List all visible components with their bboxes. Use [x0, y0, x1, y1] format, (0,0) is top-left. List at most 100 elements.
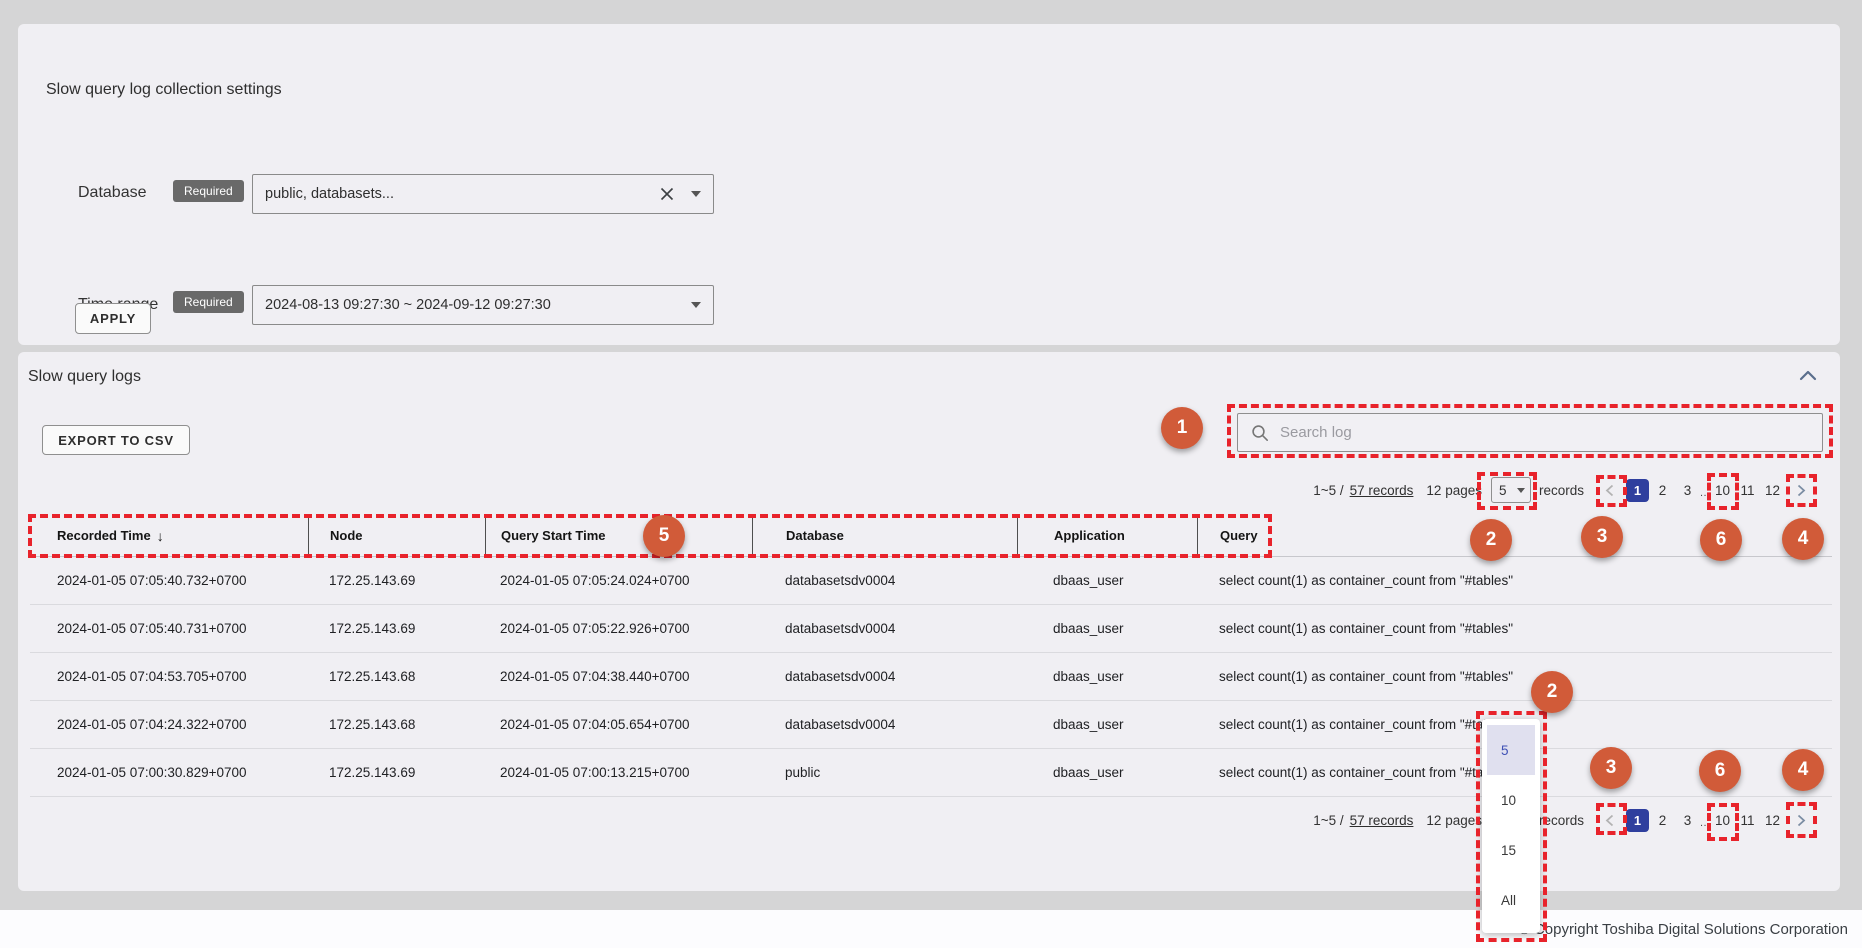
table-cell: 2024-01-05 07:04:05.654+0700 [485, 717, 752, 732]
page-number[interactable]: 12 [1760, 808, 1785, 832]
annotation-marker-4: 4 [1782, 518, 1824, 560]
table-cell: 172.25.143.68 [308, 669, 485, 684]
apply-button[interactable]: APPLY [75, 303, 151, 334]
clear-icon[interactable] [659, 186, 675, 202]
table-cell: 2024-01-05 07:05:24.024+0700 [485, 573, 752, 588]
annotation-marker-3: 3 [1590, 747, 1632, 789]
copyright-text: © Copyright Toshiba Digital Solutions Co… [1519, 921, 1848, 938]
column-header-application[interactable]: Application [1017, 515, 1197, 556]
column-header-database[interactable]: Database [752, 515, 1017, 556]
page-nav: 123...101112 [1597, 478, 1813, 502]
table-cell: databasetsdv0004 [752, 717, 1017, 732]
table-cell: 172.25.143.69 [308, 573, 485, 588]
table-cell: dbaas_user [1017, 669, 1197, 684]
next-page-button[interactable] [1789, 478, 1813, 502]
table-row[interactable]: 2024-01-05 07:05:40.731+0700172.25.143.6… [30, 605, 1832, 653]
table-cell: dbaas_user [1017, 621, 1197, 636]
time-range-select[interactable]: 2024-08-13 09:27:30 ~ 2024-09-12 09:27:3… [252, 285, 714, 325]
table-cell: dbaas_user [1017, 717, 1197, 732]
database-select[interactable]: public, databasets... [252, 174, 714, 214]
records-count-link[interactable]: 57 records [1350, 483, 1414, 498]
page-number[interactable]: 3 [1675, 808, 1700, 832]
pagination-range-label: 1~5 / [1313, 813, 1343, 828]
annotation-marker-2: 2 [1470, 519, 1512, 561]
page-size-value: 5 [1499, 483, 1517, 498]
page-ellipsis: ... [1700, 817, 1710, 832]
table-header-row: Recorded Time↓NodeQuery Start TimeDataba… [30, 515, 1832, 557]
table-cell: select count(1) as container_count from … [1197, 573, 1832, 588]
search-input[interactable] [1280, 424, 1809, 441]
search-icon [1251, 424, 1269, 442]
page-size-option-5[interactable]: 5 [1487, 725, 1535, 775]
search-box [1237, 413, 1823, 452]
page-number[interactable]: 2 [1650, 478, 1675, 502]
column-header-query-start-time[interactable]: Query Start Time [485, 515, 752, 556]
logs-title: Slow query logs [28, 368, 141, 386]
chevron-down-icon[interactable] [691, 191, 701, 197]
pagination-bottom: 1~5 /57 records12 pages5records123...101… [1313, 800, 1813, 840]
table-row[interactable]: 2024-01-05 07:05:40.732+0700172.25.143.6… [30, 557, 1832, 605]
table-cell: 2024-01-05 07:04:24.322+0700 [30, 717, 308, 732]
table-cell: select count(1) as container_count from … [1197, 621, 1832, 636]
records-per-page-label: records [1539, 813, 1584, 828]
sort-desc-icon: ↓ [157, 528, 164, 544]
database-select-value: public, databasets... [265, 186, 659, 202]
page-size-option-10[interactable]: 10 [1482, 775, 1540, 825]
pages-count-label: 12 pages [1426, 483, 1482, 498]
page-number[interactable]: 10 [1710, 808, 1735, 832]
time-range-select-value: 2024-08-13 09:27:30 ~ 2024-09-12 09:27:3… [265, 297, 691, 313]
table-cell: 2024-01-05 07:04:38.440+0700 [485, 669, 752, 684]
page-size-menu: 51015All [1482, 719, 1540, 933]
page-number-current[interactable]: 1 [1625, 478, 1650, 502]
table-cell: 2024-01-05 07:04:53.705+0700 [30, 669, 308, 684]
page-number[interactable]: 12 [1760, 478, 1785, 502]
page-nav: 123...101112 [1597, 808, 1813, 832]
page-ellipsis: ... [1700, 487, 1710, 502]
time-range-required-badge: Required [173, 291, 244, 313]
table-cell: select count(1) as container_count from … [1197, 669, 1832, 684]
annotation-marker-6: 6 [1699, 750, 1741, 792]
table-cell: databasetsdv0004 [752, 573, 1017, 588]
next-page-button[interactable] [1789, 808, 1813, 832]
table-cell: 2024-01-05 07:00:30.829+0700 [30, 765, 308, 780]
table-cell: 2024-01-05 07:05:40.732+0700 [30, 573, 308, 588]
export-to-csv-button[interactable]: EXPORT TO CSV [42, 425, 190, 455]
annotation-marker-1: 1 [1161, 407, 1203, 449]
pagination-top: 1~5 /57 records12 pages5records123...101… [1313, 470, 1813, 510]
table-cell: dbaas_user [1017, 765, 1197, 780]
page-size-select[interactable]: 5 [1491, 477, 1531, 503]
table-cell: 172.25.143.69 [308, 621, 485, 636]
page-number[interactable]: 2 [1650, 808, 1675, 832]
table-cell: 172.25.143.68 [308, 717, 485, 732]
page-number[interactable]: 10 [1710, 478, 1735, 502]
table-cell: databasetsdv0004 [752, 669, 1017, 684]
table-cell: dbaas_user [1017, 573, 1197, 588]
column-header-recorded-time[interactable]: Recorded Time↓ [30, 515, 308, 556]
page-number-current[interactable]: 1 [1625, 808, 1650, 832]
table-row[interactable]: 2024-01-05 07:00:30.829+0700172.25.143.6… [30, 749, 1832, 797]
chevron-down-icon[interactable] [691, 302, 701, 308]
pagination-range-label: 1~5 / [1313, 483, 1343, 498]
annotation-marker-3: 3 [1581, 516, 1623, 558]
records-count-link[interactable]: 57 records [1350, 813, 1414, 828]
table-cell: 2024-01-05 07:00:13.215+0700 [485, 765, 752, 780]
table-cell: 2024-01-05 07:05:22.926+0700 [485, 621, 752, 636]
database-label: Database [78, 184, 147, 202]
settings-card: Slow query log collection settings Datab… [18, 24, 1840, 345]
prev-page-button[interactable] [1597, 808, 1621, 832]
table-cell: databasetsdv0004 [752, 621, 1017, 636]
page-number-chip: 1 [1626, 809, 1649, 832]
page-size-option-15[interactable]: 15 [1482, 825, 1540, 875]
settings-title: Slow query log collection settings [46, 81, 282, 99]
page-number[interactable]: 11 [1735, 478, 1760, 502]
page-number[interactable]: 3 [1675, 478, 1700, 502]
pages-count-label: 12 pages [1426, 813, 1482, 828]
records-per-page-label: records [1539, 483, 1584, 498]
footer: © Copyright Toshiba Digital Solutions Co… [0, 910, 1862, 948]
annotation-marker-2: 2 [1531, 671, 1573, 713]
column-header-node[interactable]: Node [308, 515, 485, 556]
page-number[interactable]: 11 [1735, 808, 1760, 832]
page-size-option-all[interactable]: All [1482, 875, 1540, 925]
prev-page-button[interactable] [1597, 478, 1621, 502]
collapse-section-icon[interactable] [1798, 368, 1818, 387]
